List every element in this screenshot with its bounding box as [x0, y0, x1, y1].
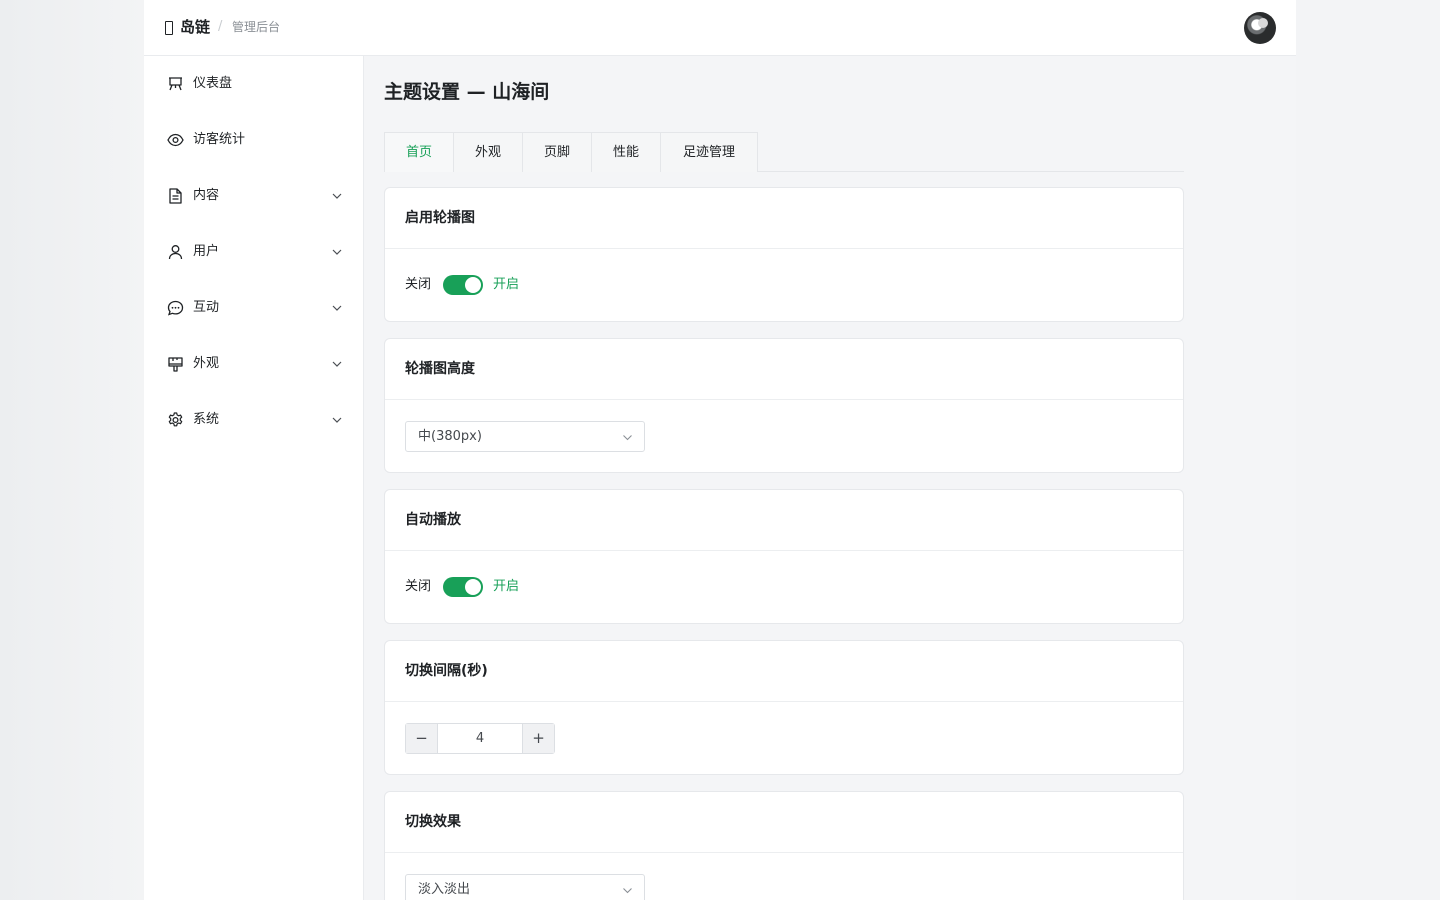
chevron-down-icon — [332, 417, 342, 423]
brand-logo-icon — [165, 21, 173, 35]
sidebar-item-label: 用户 — [193, 244, 220, 259]
sidebar-item-system[interactable]: 系统 — [144, 392, 363, 448]
admin-app: 岛链 / 管理后台 仪表盘 访客统计 内容 用户 互动 外观 系统 主题设置 —… — [144, 0, 1296, 900]
setting-card-carousel-height: 轮播图高度 中(380px) — [384, 338, 1184, 473]
sidebar-item-visitors[interactable]: 访客统计 — [144, 112, 363, 168]
card-header: 自动播放 — [385, 490, 1183, 551]
interval-input[interactable]: 4 — [438, 724, 522, 753]
interval-stepper: − 4 + — [405, 723, 555, 754]
select-value: 中(380px) — [418, 429, 482, 444]
setting-card-effect: 切换效果 淡入淡出 — [384, 791, 1184, 900]
tab-appearance[interactable]: 外观 — [453, 132, 523, 172]
tab-home[interactable]: 首页 — [384, 132, 454, 172]
tab-footprints[interactable]: 足迹管理 — [660, 132, 758, 172]
breadcrumb-separator: / — [218, 19, 223, 34]
select-value: 淡入淡出 — [418, 882, 471, 897]
chat-icon — [167, 300, 184, 316]
card-header: 轮播图高度 — [385, 339, 1183, 400]
tab-performance[interactable]: 性能 — [591, 132, 661, 172]
switch-on-label: 开启 — [493, 277, 520, 292]
top-header: 岛链 / 管理后台 — [144, 0, 1296, 56]
chevron-down-icon — [332, 249, 342, 255]
breadcrumb-subtitle: 管理后台 — [232, 20, 281, 34]
increment-button[interactable]: + — [522, 724, 554, 753]
switch-on-label: 开启 — [493, 579, 520, 594]
carousel-enabled-toggle[interactable] — [443, 275, 483, 295]
user-avatar[interactable] — [1244, 12, 1276, 44]
page-backdrop-left — [0, 0, 144, 900]
chevron-down-icon — [623, 888, 632, 894]
eye-icon — [167, 133, 184, 147]
sidebar-item-label: 访客统计 — [193, 132, 246, 147]
sidebar-item-label: 互动 — [193, 300, 220, 315]
sidebar-item-label: 仪表盘 — [193, 76, 233, 91]
carousel-height-select[interactable]: 中(380px) — [405, 421, 645, 452]
decrement-button[interactable]: − — [406, 724, 438, 753]
gear-icon — [168, 412, 183, 427]
card-header: 切换间隔(秒) — [385, 641, 1183, 702]
setting-title: 切换间隔(秒) — [405, 663, 488, 679]
chevron-down-icon — [332, 193, 342, 199]
dashboard-icon — [169, 77, 182, 91]
chevron-down-icon — [623, 435, 632, 441]
brush-icon — [168, 357, 183, 372]
setting-title: 启用轮播图 — [405, 210, 475, 226]
setting-title: 切换效果 — [405, 814, 461, 830]
sidebar-item-label: 系统 — [193, 412, 220, 427]
sidebar-item-appearance[interactable]: 外观 — [144, 336, 363, 392]
setting-card-interval: 切换间隔(秒) − 4 + — [384, 640, 1184, 775]
setting-card-autoplay: 自动播放 关闭 开启 — [384, 489, 1184, 624]
card-header: 启用轮播图 — [385, 188, 1183, 249]
card-header: 切换效果 — [385, 792, 1183, 853]
sidebar-item-users[interactable]: 用户 — [144, 224, 363, 280]
document-icon — [169, 188, 182, 204]
user-icon — [168, 245, 183, 260]
switch-off-label: 关闭 — [405, 579, 432, 594]
page-backdrop-right — [1296, 0, 1440, 900]
tab-footer[interactable]: 页脚 — [522, 132, 592, 172]
chevron-down-icon — [332, 305, 342, 311]
sidebar-item-content[interactable]: 内容 — [144, 168, 363, 224]
page-title: 主题设置 — 山海间 — [384, 81, 550, 103]
sidebar-item-interaction[interactable]: 互动 — [144, 280, 363, 336]
chevron-down-icon — [332, 361, 342, 367]
settings-tabs: 首页 外观 页脚 性能 足迹管理 — [384, 132, 1184, 172]
toggle-knob — [465, 277, 481, 293]
toggle-knob — [465, 579, 481, 595]
sidebar-item-label: 外观 — [193, 356, 220, 371]
sidebar: 仪表盘 访客统计 内容 用户 互动 外观 系统 — [144, 56, 364, 900]
setting-title: 轮播图高度 — [405, 361, 475, 377]
sidebar-item-dashboard[interactable]: 仪表盘 — [144, 56, 363, 112]
switch-off-label: 关闭 — [405, 277, 432, 292]
setting-card-carousel-enabled: 启用轮播图 关闭 开启 — [384, 187, 1184, 322]
autoplay-toggle[interactable] — [443, 577, 483, 597]
effect-select[interactable]: 淡入淡出 — [405, 874, 645, 900]
sidebar-item-label: 内容 — [193, 188, 220, 203]
setting-title: 自动播放 — [405, 512, 461, 528]
brand-name[interactable]: 岛链 — [180, 17, 210, 37]
